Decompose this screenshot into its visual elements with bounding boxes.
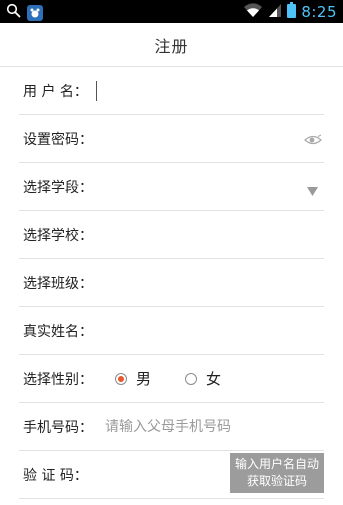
page-title: 注册 <box>154 36 189 56</box>
school-label: 选择学校： <box>23 227 93 244</box>
grade-label: 选择学段： <box>23 179 93 196</box>
gender-male-label: 男 <box>136 370 152 388</box>
code-button-line1: 输入用户名自动 <box>234 457 319 471</box>
gender-female-label: 女 <box>206 370 222 388</box>
verification-label: 验 证 码： <box>23 467 88 484</box>
grade-row[interactable]: 选择学段： <box>19 163 324 211</box>
realname-row[interactable]: 真实姓名： <box>19 307 324 355</box>
gender-radio-group: 男 女 <box>115 368 255 389</box>
battery-icon <box>287 2 297 22</box>
status-bar: 8:25 <box>0 0 343 23</box>
verification-row[interactable]: 验 证 码： 输入用户名自动 获取验证码 <box>19 451 324 499</box>
realname-label: 真实姓名： <box>23 323 93 340</box>
username-input-cursor[interactable] <box>95 80 97 101</box>
status-right: 8:25 <box>243 2 337 22</box>
phone-label: 手机号码： <box>23 419 93 436</box>
get-verification-code-button[interactable]: 输入用户名自动 获取验证码 <box>230 453 324 493</box>
eye-icon[interactable] <box>304 131 322 150</box>
signal-icon <box>268 2 282 22</box>
gender-label: 选择性别： <box>23 371 93 388</box>
code-button-line2: 获取验证码 <box>246 474 307 488</box>
radio-checked-icon[interactable] <box>115 372 127 385</box>
phone-row[interactable]: 手机号码： <box>19 403 324 451</box>
header: 注册 <box>0 23 343 67</box>
gender-row: 选择性别： 男 女 <box>19 355 324 403</box>
password-label: 设置密码： <box>23 131 93 148</box>
search-icon <box>6 3 21 22</box>
chevron-down-icon[interactable] <box>307 181 318 200</box>
register-form: 用 户 名： 设置密码： 选择学段： 选择学校： 选择班级： 真实姓名： 选择性… <box>0 67 343 499</box>
username-label: 用 户 名： <box>23 83 88 100</box>
wifi-icon <box>243 2 263 22</box>
app-badge-icon <box>27 4 43 21</box>
school-row[interactable]: 选择学校： <box>19 211 324 259</box>
status-time: 8:25 <box>301 3 337 21</box>
status-left <box>6 3 43 22</box>
username-row[interactable]: 用 户 名： <box>19 67 324 115</box>
phone-input[interactable] <box>105 418 255 435</box>
radio-unchecked-icon[interactable] <box>185 372 198 385</box>
password-row[interactable]: 设置密码： <box>19 115 324 163</box>
gender-option-male[interactable]: 男 <box>115 368 151 389</box>
class-row[interactable]: 选择班级： <box>19 259 324 307</box>
class-label: 选择班级： <box>23 275 93 292</box>
gender-option-female[interactable]: 女 <box>185 368 221 389</box>
